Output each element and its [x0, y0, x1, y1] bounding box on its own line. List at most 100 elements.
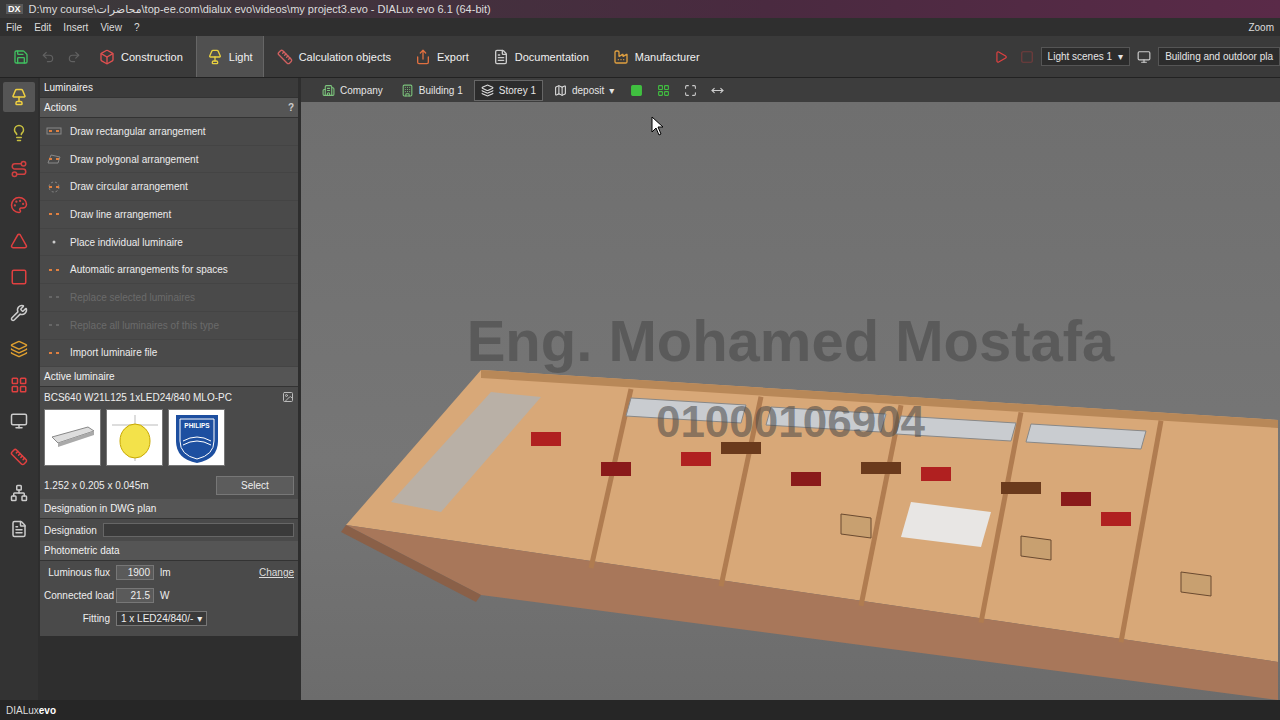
rail-button[interactable] — [3, 514, 35, 544]
view-mode-button[interactable] — [625, 84, 648, 97]
window-title: D:\my course\محاضرات\top-ee.com\dialux e… — [29, 3, 491, 16]
mode-tab[interactable]: Light — [196, 36, 264, 77]
rail-button[interactable] — [3, 118, 35, 148]
mode-icon — [207, 49, 223, 65]
measure-button[interactable] — [706, 84, 729, 97]
menu-bar: File Edit Insert View? Zoom — [0, 18, 1280, 36]
designation-header: Designation in DWG plan — [40, 499, 298, 519]
rail-button[interactable] — [3, 82, 35, 112]
mode-tab[interactable]: Manufacturer — [602, 36, 711, 77]
tool-icon — [10, 88, 28, 106]
light-scene-dropdown[interactable]: Light scenes 1▾ — [1041, 47, 1131, 66]
arrangement-icon — [46, 291, 62, 303]
save-button[interactable] — [8, 36, 34, 77]
load-field[interactable]: 21.5 — [116, 588, 154, 603]
rail-button[interactable] — [3, 298, 35, 328]
render-icon — [994, 50, 1008, 64]
level-icon — [481, 84, 494, 97]
breadcrumb-item[interactable]: Company — [315, 80, 390, 101]
action-item[interactable]: Replace selected luminaires — [40, 284, 298, 312]
tool-icon — [10, 412, 28, 430]
actions-header: Actions? — [40, 98, 298, 118]
action-item[interactable]: Import luminaire file — [40, 340, 298, 368]
rail-button[interactable] — [3, 442, 35, 472]
arrangement-icon — [46, 153, 62, 165]
menu-item[interactable]: ? — [134, 22, 140, 33]
stop-button[interactable] — [1015, 36, 1039, 77]
rail-button[interactable] — [3, 154, 35, 184]
help-button[interactable]: ? — [288, 102, 294, 113]
breadcrumb-item[interactable]: Storey 1 — [474, 80, 543, 101]
status-brand: DIALux — [6, 705, 39, 716]
mode-tab[interactable]: Construction — [88, 36, 194, 77]
menu-item[interactable]: Edit — [34, 22, 51, 33]
level-icon — [322, 84, 335, 97]
app-window: DX D:\my course\محاضرات\top-ee.com\dialux… — [0, 0, 1280, 720]
menu-item[interactable]: View — [100, 22, 122, 33]
luminaire-image — [44, 409, 101, 466]
mode-icon — [277, 49, 293, 65]
mode-tab[interactable]: Calculation objects — [266, 36, 402, 77]
fitting-dropdown[interactable]: 1 x LED24/840/-▾ — [116, 611, 207, 626]
luminaires-panel: LuminairesActions?Draw rectangular arran… — [40, 78, 298, 700]
catalog-icon[interactable] — [282, 391, 294, 403]
action-item[interactable]: Place individual luminaire — [40, 229, 298, 257]
breadcrumb-item[interactable]: Building 1 — [394, 80, 470, 101]
monitor-icon — [1137, 50, 1151, 64]
level-icon — [401, 84, 414, 97]
photometric-header: Photometric data — [40, 541, 298, 561]
plan-mode-button[interactable] — [652, 84, 675, 97]
rail-button[interactable] — [3, 370, 35, 400]
designation-row: Designation — [40, 519, 298, 541]
mode-tab[interactable]: Export — [404, 36, 480, 77]
menu-item[interactable]: File — [6, 22, 22, 33]
redo-button[interactable] — [62, 36, 86, 77]
rail-button[interactable] — [3, 262, 35, 292]
change-link[interactable]: Change — [259, 567, 294, 578]
building-model — [301, 102, 1278, 700]
app-logo: DX — [6, 4, 23, 14]
fit-button[interactable] — [679, 84, 702, 97]
action-item[interactable]: Draw rectangular arrangement — [40, 118, 298, 146]
load-row: Connected load21.5W — [40, 584, 298, 607]
mode-tab[interactable]: Documentation — [482, 36, 600, 77]
select-button[interactable]: Select — [216, 476, 294, 495]
action-item[interactable]: Automatic arrangements for spaces — [40, 256, 298, 284]
rail-button[interactable] — [3, 406, 35, 436]
undo-button[interactable] — [36, 36, 60, 77]
designation-field[interactable] — [103, 523, 294, 537]
active-luminaire-header: Active luminaire — [40, 367, 298, 387]
display-button[interactable] — [1132, 36, 1156, 77]
flux-row: Luminous flux1900lmChange — [40, 561, 298, 584]
rail-button[interactable] — [3, 334, 35, 364]
rail-button[interactable] — [3, 190, 35, 220]
plan-view-icon — [657, 84, 670, 97]
view-selector[interactable]: Building and outdoor pla — [1158, 47, 1280, 66]
menu-item[interactable]: Insert — [63, 22, 88, 33]
mode-icon — [99, 49, 115, 65]
rail-button[interactable] — [3, 478, 35, 508]
zoom-label[interactable]: Zoom — [1248, 22, 1274, 33]
distribution-icon — [110, 413, 160, 463]
action-item[interactable]: Replace all luminaires of this type — [40, 312, 298, 340]
undo-icon — [41, 50, 55, 64]
flux-field[interactable]: 1900 — [116, 565, 154, 580]
arrangement-icon — [46, 319, 62, 331]
arrangement-icon — [46, 125, 62, 137]
tool-icon — [10, 124, 28, 142]
mode-icon — [493, 49, 509, 65]
dimensions-row: 1.252 x 0.205 x 0.045mSelect — [40, 472, 298, 499]
tool-icon — [10, 232, 28, 250]
action-item[interactable]: Draw circular arrangement — [40, 173, 298, 201]
rail-button[interactable] — [3, 226, 35, 256]
light-distribution-image — [106, 409, 163, 466]
breadcrumb-item[interactable]: deposit▾ — [547, 80, 621, 101]
render-button[interactable] — [989, 36, 1013, 77]
arrangement-icon — [46, 264, 62, 276]
3d-viewport[interactable]: Eng. Mohamed Mostafa01000106904 — [301, 102, 1280, 700]
action-item[interactable]: Draw polygonal arrangement — [40, 146, 298, 174]
main-toolbar: ConstructionLightCalculation objectsExpo… — [0, 36, 1280, 78]
action-item[interactable]: Draw line arrangement — [40, 201, 298, 229]
luminaire-icon — [48, 423, 98, 453]
tool-icon — [10, 448, 28, 466]
